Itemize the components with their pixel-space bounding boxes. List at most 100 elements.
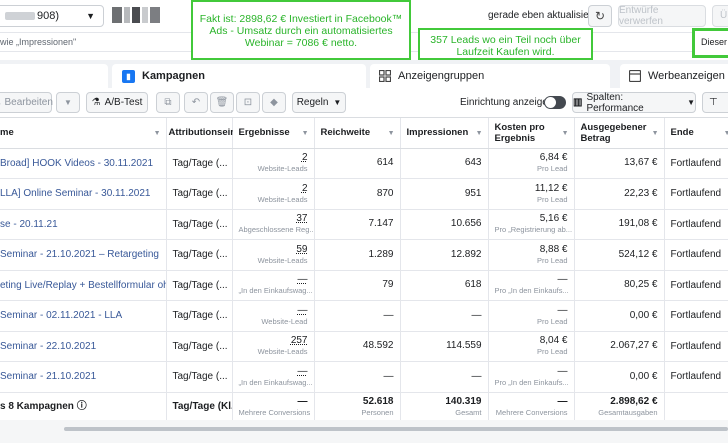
totals-row: s 8 Kampagnen ⓘTag/Tage (Kl...—Mehrere C…: [0, 392, 728, 423]
undo-icon: ↶: [191, 97, 201, 108]
col-header-results[interactable]: Ergebnisse ▼: [232, 118, 315, 149]
table-row[interactable]: Seminar - 21.10.2021 – Retargeting Tag/T…: [0, 239, 728, 271]
level-tabs: ▮ Kampagnen Anzeigengruppen Werbeanzeige…: [0, 60, 728, 88]
cost-cell: 8,88 € Pro Lead: [488, 239, 575, 271]
chevron-down-icon: ▼: [64, 98, 72, 107]
campaign-name-cell[interactable]: Seminar - 21.10.2021 – Retargeting: [0, 239, 167, 271]
tab-adsets[interactable]: Anzeigengruppen: [370, 64, 610, 88]
impressions-cell: 12.892: [400, 239, 489, 271]
campaign-name-cell[interactable]: Seminar - 21.10.2021: [0, 361, 167, 393]
cost-cell: — Pro „In den Einkaufs...: [488, 361, 575, 393]
annotation-leads: 357 Leads wo ein Teil noch über Laufzeit…: [418, 28, 593, 60]
breakdown-button[interactable]: ⊤: [702, 92, 728, 113]
table-row[interactable]: eting Live/Replay + Bestellformular ohne…: [0, 270, 728, 301]
spend-cell: 13,67 €: [574, 148, 665, 179]
campaign-name-link[interactable]: Seminar - 21.10.2021 – Retargeting: [0, 249, 159, 260]
tab-ads-label: Werbeanzeigen: [648, 70, 725, 82]
col-header-spend[interactable]: Ausgegebener Betrag ▼: [574, 118, 665, 149]
cost-cell: 11,12 € Pro Lead: [488, 178, 575, 210]
spend-cell: 0,00 €: [574, 300, 665, 332]
campaign-name-cell[interactable]: Seminar - 22.10.2021: [0, 331, 167, 362]
cost-cell: — Pro „In den Einkaufs...: [488, 270, 575, 301]
end-cell: Fortlaufend: [664, 178, 728, 210]
sort-icon: ▼: [301, 130, 309, 137]
col-header-reach[interactable]: Reichweite ▼: [314, 118, 401, 149]
refresh-icon: ↻: [594, 9, 606, 23]
campaign-name-link[interactable]: se - 20.11.21: [0, 219, 58, 230]
col-header-name[interactable]: me ▼: [0, 118, 167, 149]
col-header-cost[interactable]: Kosten pro Ergebnis ▼: [488, 118, 575, 149]
discard-drafts-button[interactable]: Entwürfe verwerfen: [618, 5, 706, 27]
update-status: gerade eben aktualisiert: [488, 10, 595, 21]
totals-reach-cell: 52.618 Personen: [314, 392, 401, 423]
table-row[interactable]: se - 20.11.21 Tag/Tage (... 37 Abgeschlos…: [0, 209, 728, 240]
reach-cell: 1.289: [314, 239, 401, 271]
edit-dropdown-button[interactable]: ▼: [56, 92, 80, 113]
table-row[interactable]: LLA] Online Seminar - 30.11.2021 Tag/Tag…: [0, 178, 728, 210]
campaign-name-cell[interactable]: Seminar - 02.11.2021 - LLA: [0, 300, 167, 332]
totals-attribution-cell: Tag/Tage (Kl...: [166, 392, 233, 423]
setup-toggle[interactable]: [544, 96, 566, 109]
delete-button[interactable]: 🗑: [210, 92, 234, 113]
horizontal-scrollbar[interactable]: [64, 427, 728, 431]
reach-cell: 614: [314, 148, 401, 179]
attribution-cell: Tag/Tage (...: [166, 270, 233, 301]
table-row[interactable]: Seminar - 02.11.2021 - LLA Tag/Tage (...…: [0, 300, 728, 332]
table-row[interactable]: Seminar - 21.10.2021 Tag/Tage (... — „In …: [0, 361, 728, 393]
reach-cell: 79: [314, 270, 401, 301]
end-cell: Fortlaufend: [664, 361, 728, 393]
campaign-name-cell[interactable]: eting Live/Replay + Bestellformular ohne…: [0, 270, 167, 301]
rules-button[interactable]: Regeln ▼: [292, 92, 346, 113]
tab-campaigns[interactable]: ▮ Kampagnen: [112, 64, 366, 88]
col-header-attribution[interactable]: Attributionsein: [166, 118, 236, 149]
impressions-cell: 643: [400, 148, 489, 179]
col-header-end[interactable]: Ende ▼: [664, 118, 728, 149]
date-range-button[interactable]: Dieser M: [692, 28, 728, 58]
tag-button[interactable]: ◆: [262, 92, 286, 113]
tab-spacer: [0, 64, 108, 88]
columns-icon: ▥: [573, 97, 583, 108]
attribution-cell: Tag/Tage (...: [166, 361, 233, 393]
sort-icon: ▼: [561, 130, 569, 137]
cost-cell: 5,16 € Pro „Registrierung ab...: [488, 209, 575, 240]
preview-button[interactable]: ⊡: [236, 92, 260, 113]
totals-end-cell: [664, 392, 728, 423]
end-cell: Fortlaufend: [664, 148, 728, 179]
trash-icon: 🗑: [215, 97, 229, 108]
ab-test-button[interactable]: ⚗ A/B-Test: [86, 92, 148, 113]
table-row[interactable]: Seminar - 22.10.2021 Tag/Tage (... 257 We…: [0, 331, 728, 362]
campaign-name-cell[interactable]: se - 20.11.21: [0, 209, 167, 240]
campaign-name-link[interactable]: LLA] Online Seminar - 30.11.2021: [0, 188, 150, 199]
attribution-cell: Tag/Tage (...: [166, 148, 233, 179]
campaign-name-cell[interactable]: LLA] Online Seminar - 30.11.2021: [0, 178, 167, 210]
campaign-name-link[interactable]: Broad] HOOK Videos - 30.11.2021: [0, 158, 153, 169]
campaign-name-link[interactable]: Seminar - 22.10.2021: [0, 341, 96, 352]
impressions-cell: 114.559: [400, 331, 489, 362]
tab-ads[interactable]: Werbeanzeigen: [620, 64, 728, 88]
table-row[interactable]: Broad] HOOK Videos - 30.11.2021 Tag/Tage…: [0, 148, 728, 179]
info-icon: ⓘ: [73, 401, 87, 413]
totals-results-cell: — Mehrere Conversions: [232, 392, 315, 423]
campaign-name-link[interactable]: Seminar - 02.11.2021 - LLA: [0, 310, 122, 321]
reach-cell: —: [314, 300, 401, 332]
reach-cell: 7.147: [314, 209, 401, 240]
attribution-cell: Tag/Tage (...: [166, 178, 233, 210]
columns-button[interactable]: ▥ Spalten: Performance ▼: [572, 92, 696, 114]
action-toolbar: ✎ Bearbeiten ▼ ⚗ A/B-Test ⧉ ↶ 🗑 ⊡ ◆ Rege…: [0, 88, 728, 118]
col-header-impressions[interactable]: Impressionen ▼: [400, 118, 489, 149]
duplicate-button[interactable]: ⧉: [156, 92, 180, 113]
rules-label: Regeln: [296, 97, 329, 108]
undo-button[interactable]: ↶: [184, 92, 208, 113]
chevron-down-icon: ▼: [333, 98, 342, 107]
account-selector[interactable]: 908) ▼: [0, 5, 104, 27]
refresh-button[interactable]: ↻: [588, 5, 612, 27]
spend-cell: 2.067,27 €: [574, 331, 665, 362]
results-cell: — „In den Einkaufswag...: [232, 270, 315, 301]
campaign-name-cell[interactable]: Broad] HOOK Videos - 30.11.2021: [0, 148, 167, 179]
tab-adsets-label: Anzeigengruppen: [398, 70, 485, 82]
edit-button[interactable]: ✎ Bearbeiten: [0, 92, 53, 113]
campaign-name-link[interactable]: eting Live/Replay + Bestellformular ohne…: [0, 280, 165, 291]
table-header-row: me ▼ Attributionsein Ergebnisse ▼ Reichwei…: [0, 118, 728, 149]
campaign-name-link[interactable]: Seminar - 21.10.2021: [0, 371, 96, 382]
review-button[interactable]: Ü: [712, 5, 728, 27]
